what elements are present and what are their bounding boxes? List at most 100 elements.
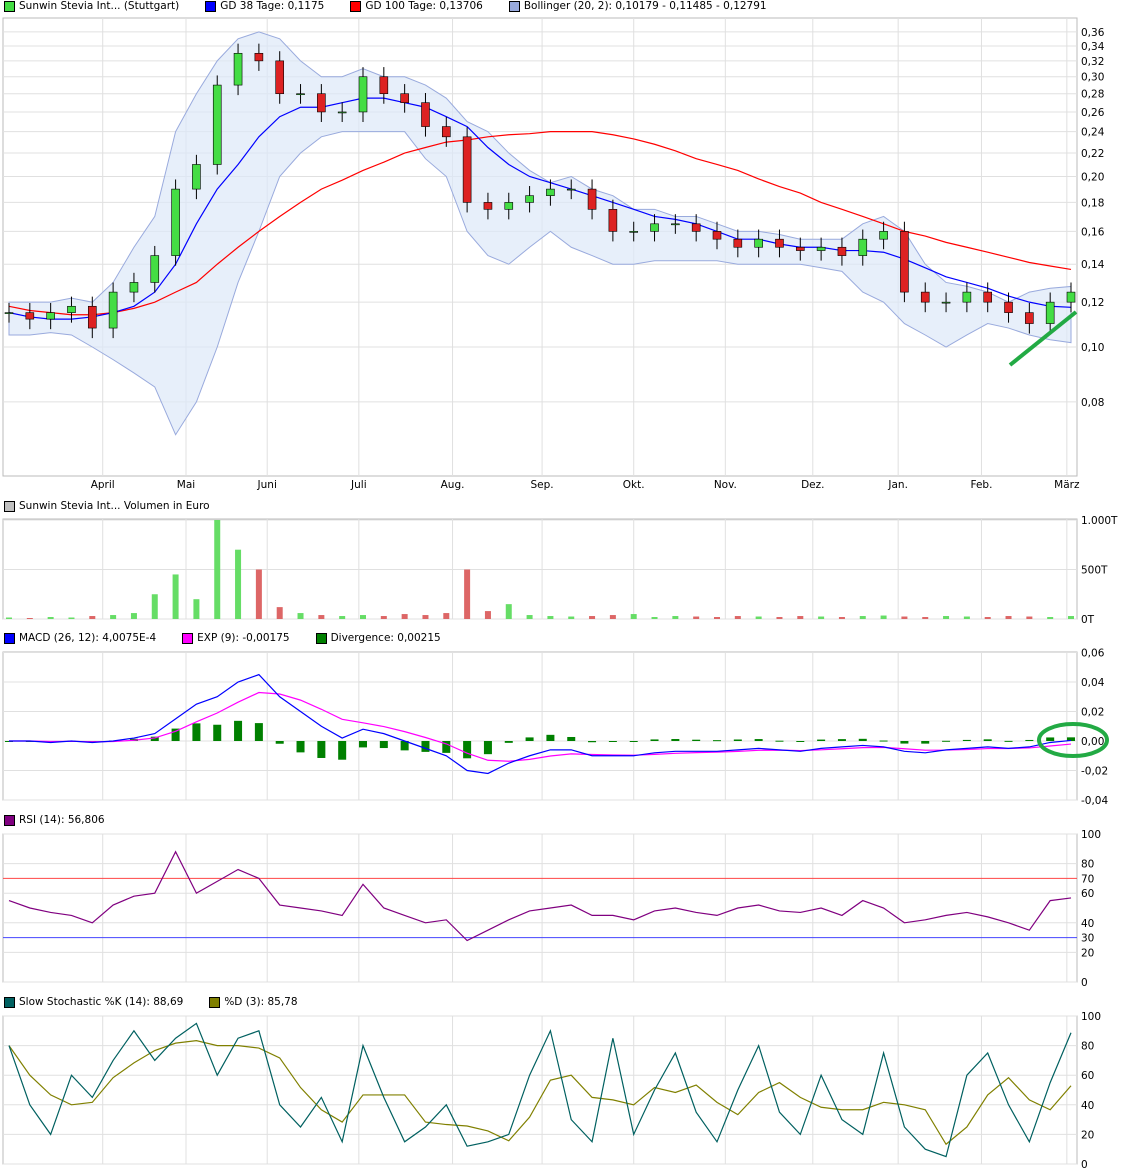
volume-bar (734, 616, 741, 619)
candle (46, 312, 55, 320)
divergence-bar (421, 741, 430, 752)
volume-bar (672, 616, 679, 619)
macd-axis-tick-label: 0,04 (1081, 677, 1105, 689)
volume-bar (1047, 617, 1054, 619)
volume-bar (797, 616, 804, 619)
candle (962, 291, 972, 303)
candle (1066, 291, 1076, 303)
candle (504, 202, 514, 210)
stock-chart: Sunwin Stevia Int... (Stuttgart) GD 38 Ta… (0, 0, 1125, 1176)
month-label: März (1054, 479, 1080, 491)
divergence-bar (796, 741, 805, 742)
candle (775, 238, 784, 248)
volume-bar (838, 617, 845, 619)
divergence-bar (379, 741, 388, 749)
price-axis-tick-label: 0,08 (1081, 397, 1104, 409)
volume-bar (276, 607, 283, 619)
divergence-bar (962, 739, 971, 741)
divergence-bar (1046, 737, 1055, 741)
month-label: Feb. (970, 479, 992, 491)
stochastic-axis-tick-label: 100 (1081, 1011, 1101, 1023)
macd-axis-tick-label: -0,04 (1081, 795, 1108, 807)
candle (358, 76, 368, 113)
price-axis-tick-label: 0,14 (1081, 259, 1105, 271)
divergence-bar (275, 741, 284, 744)
candle (441, 126, 451, 138)
candle (462, 136, 472, 203)
candle (275, 60, 285, 95)
candle (691, 223, 701, 232)
stochastic-axis-tick-label: 60 (1081, 1070, 1094, 1082)
divergence-bar (463, 741, 472, 759)
price-axis-tick-label: 0,20 (1081, 171, 1104, 183)
volume-bar (1026, 616, 1033, 619)
month-label: Nov. (714, 479, 737, 491)
divergence-bar (775, 740, 784, 742)
volume-bar (922, 617, 929, 619)
candle (1025, 312, 1034, 324)
candle (754, 238, 763, 248)
candle (337, 111, 347, 114)
stochastic-axis-tick-label: 0 (1081, 1159, 1088, 1171)
price-axis-tick-label: 0,24 (1081, 127, 1105, 139)
candle (879, 231, 888, 240)
divergence-bar (650, 739, 659, 741)
candle (566, 188, 576, 191)
divergence-bar (504, 741, 513, 743)
divergence-bar (942, 740, 951, 742)
divergence-bar (754, 739, 763, 741)
stochastic-axis-tick-label: 40 (1081, 1100, 1094, 1112)
volume-bar (609, 615, 616, 619)
candle (129, 282, 139, 293)
volume-bar (6, 617, 12, 619)
month-label: Juni (257, 479, 277, 491)
divergence-bar (1025, 739, 1034, 741)
rsi-panel (2, 833, 1078, 983)
volume-bar (880, 615, 887, 619)
candle (837, 246, 847, 256)
volume-bar (130, 613, 137, 619)
volume-axis-tick-label: 500T (1081, 565, 1108, 577)
volume-axis-tick-label: 1.000T (1081, 515, 1118, 527)
price-axis-tick-label: 0,28 (1081, 89, 1104, 101)
volume-bar (547, 616, 554, 619)
volume-bar (401, 614, 408, 619)
rsi-axis-tick-label: 0 (1081, 977, 1088, 989)
price-axis-tick-label: 0,18 (1081, 197, 1104, 209)
volume-bar (1068, 616, 1074, 619)
price-axis-tick-label: 0,30 (1081, 72, 1104, 84)
macd-panel (2, 651, 1078, 801)
candle (67, 305, 76, 313)
volume-bar (380, 616, 387, 619)
volume-bar (360, 615, 366, 619)
volume-bar (172, 574, 179, 619)
candle (254, 52, 264, 62)
divergence-bar (483, 741, 492, 755)
volume-bar (214, 520, 221, 619)
price-axis-tick-label: 0,10 (1081, 342, 1104, 354)
rsi-level-label: 30 (1081, 933, 1094, 945)
candle (421, 102, 430, 127)
divergence-bar (629, 741, 638, 742)
price-axis-tick-label: 0,22 (1081, 148, 1104, 160)
volume-bar (755, 616, 762, 619)
volume-bar (484, 611, 491, 619)
macd-axis-tick-label: -0,02 (1081, 766, 1108, 778)
volume-bar (464, 569, 471, 619)
divergence-bar (983, 739, 992, 741)
candle (650, 223, 659, 232)
chart-canvas: 0,08 0,10 0,12 0,14 0,16 0,18 0,20 0,22 0,24 0,26… (2, 17, 1118, 1171)
volume-bar (568, 616, 575, 619)
divergence-bar (671, 739, 680, 741)
divergence-bar (1004, 740, 1013, 742)
divergence-bar (713, 740, 721, 742)
candle (816, 246, 826, 251)
candle (712, 231, 722, 240)
volume-bar (818, 616, 825, 619)
candle (733, 238, 743, 248)
candle (212, 84, 222, 165)
divergence-bar (858, 738, 867, 741)
divergence-bar (254, 723, 263, 741)
divergence-bar (317, 741, 326, 758)
volume-bar (339, 616, 346, 619)
